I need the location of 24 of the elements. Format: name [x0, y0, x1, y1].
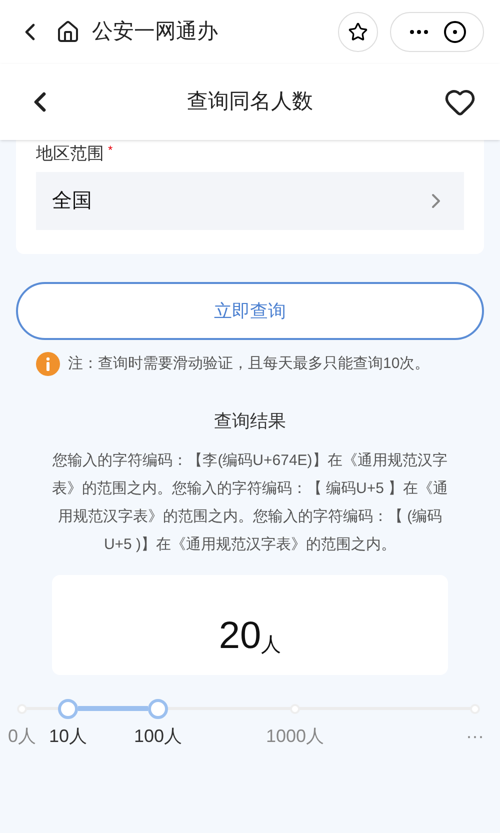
- count-value: 20: [218, 617, 262, 655]
- slider-range: [78, 706, 148, 711]
- scale-label: 1000人: [266, 725, 324, 748]
- scale-label: 0人: [8, 725, 36, 748]
- query-button[interactable]: 立即查询: [16, 282, 484, 340]
- count-unit: 人: [261, 635, 282, 655]
- info-icon: [36, 352, 60, 376]
- close-icon[interactable]: [443, 20, 467, 44]
- slider-handle[interactable]: [148, 699, 168, 719]
- favorite-button[interactable]: [338, 12, 378, 52]
- scale-label: 100人: [134, 725, 182, 748]
- scale-label: 10人: [48, 725, 88, 748]
- app-title: 公安一网通办: [92, 19, 219, 46]
- page-title: 查询同名人数: [186, 89, 314, 116]
- scale-label: ···: [466, 725, 484, 748]
- required-mark: *: [108, 144, 113, 156]
- field-label: 地区范围: [36, 144, 104, 164]
- home-icon[interactable]: [56, 20, 80, 44]
- result-message: 您输入的字符编码：【李(编码U+674E)】在《通用规范汉字表》的范围之内。您输入的字符编码：【 编码U+5 】在《通用规范汉字表》的范围之内。您输入的字符编码：【 (编码U+5 )】在《通用规范汉字表》的范围之内。: [50, 451, 450, 555]
- star-icon: [348, 22, 368, 42]
- region-select[interactable]: 全国: [36, 172, 464, 230]
- note-text: 注：查询时需要滑动验证，且每天最多只能查询10次。: [68, 354, 430, 374]
- result-title: 查询结果: [213, 410, 287, 433]
- slider-handle[interactable]: [58, 699, 78, 719]
